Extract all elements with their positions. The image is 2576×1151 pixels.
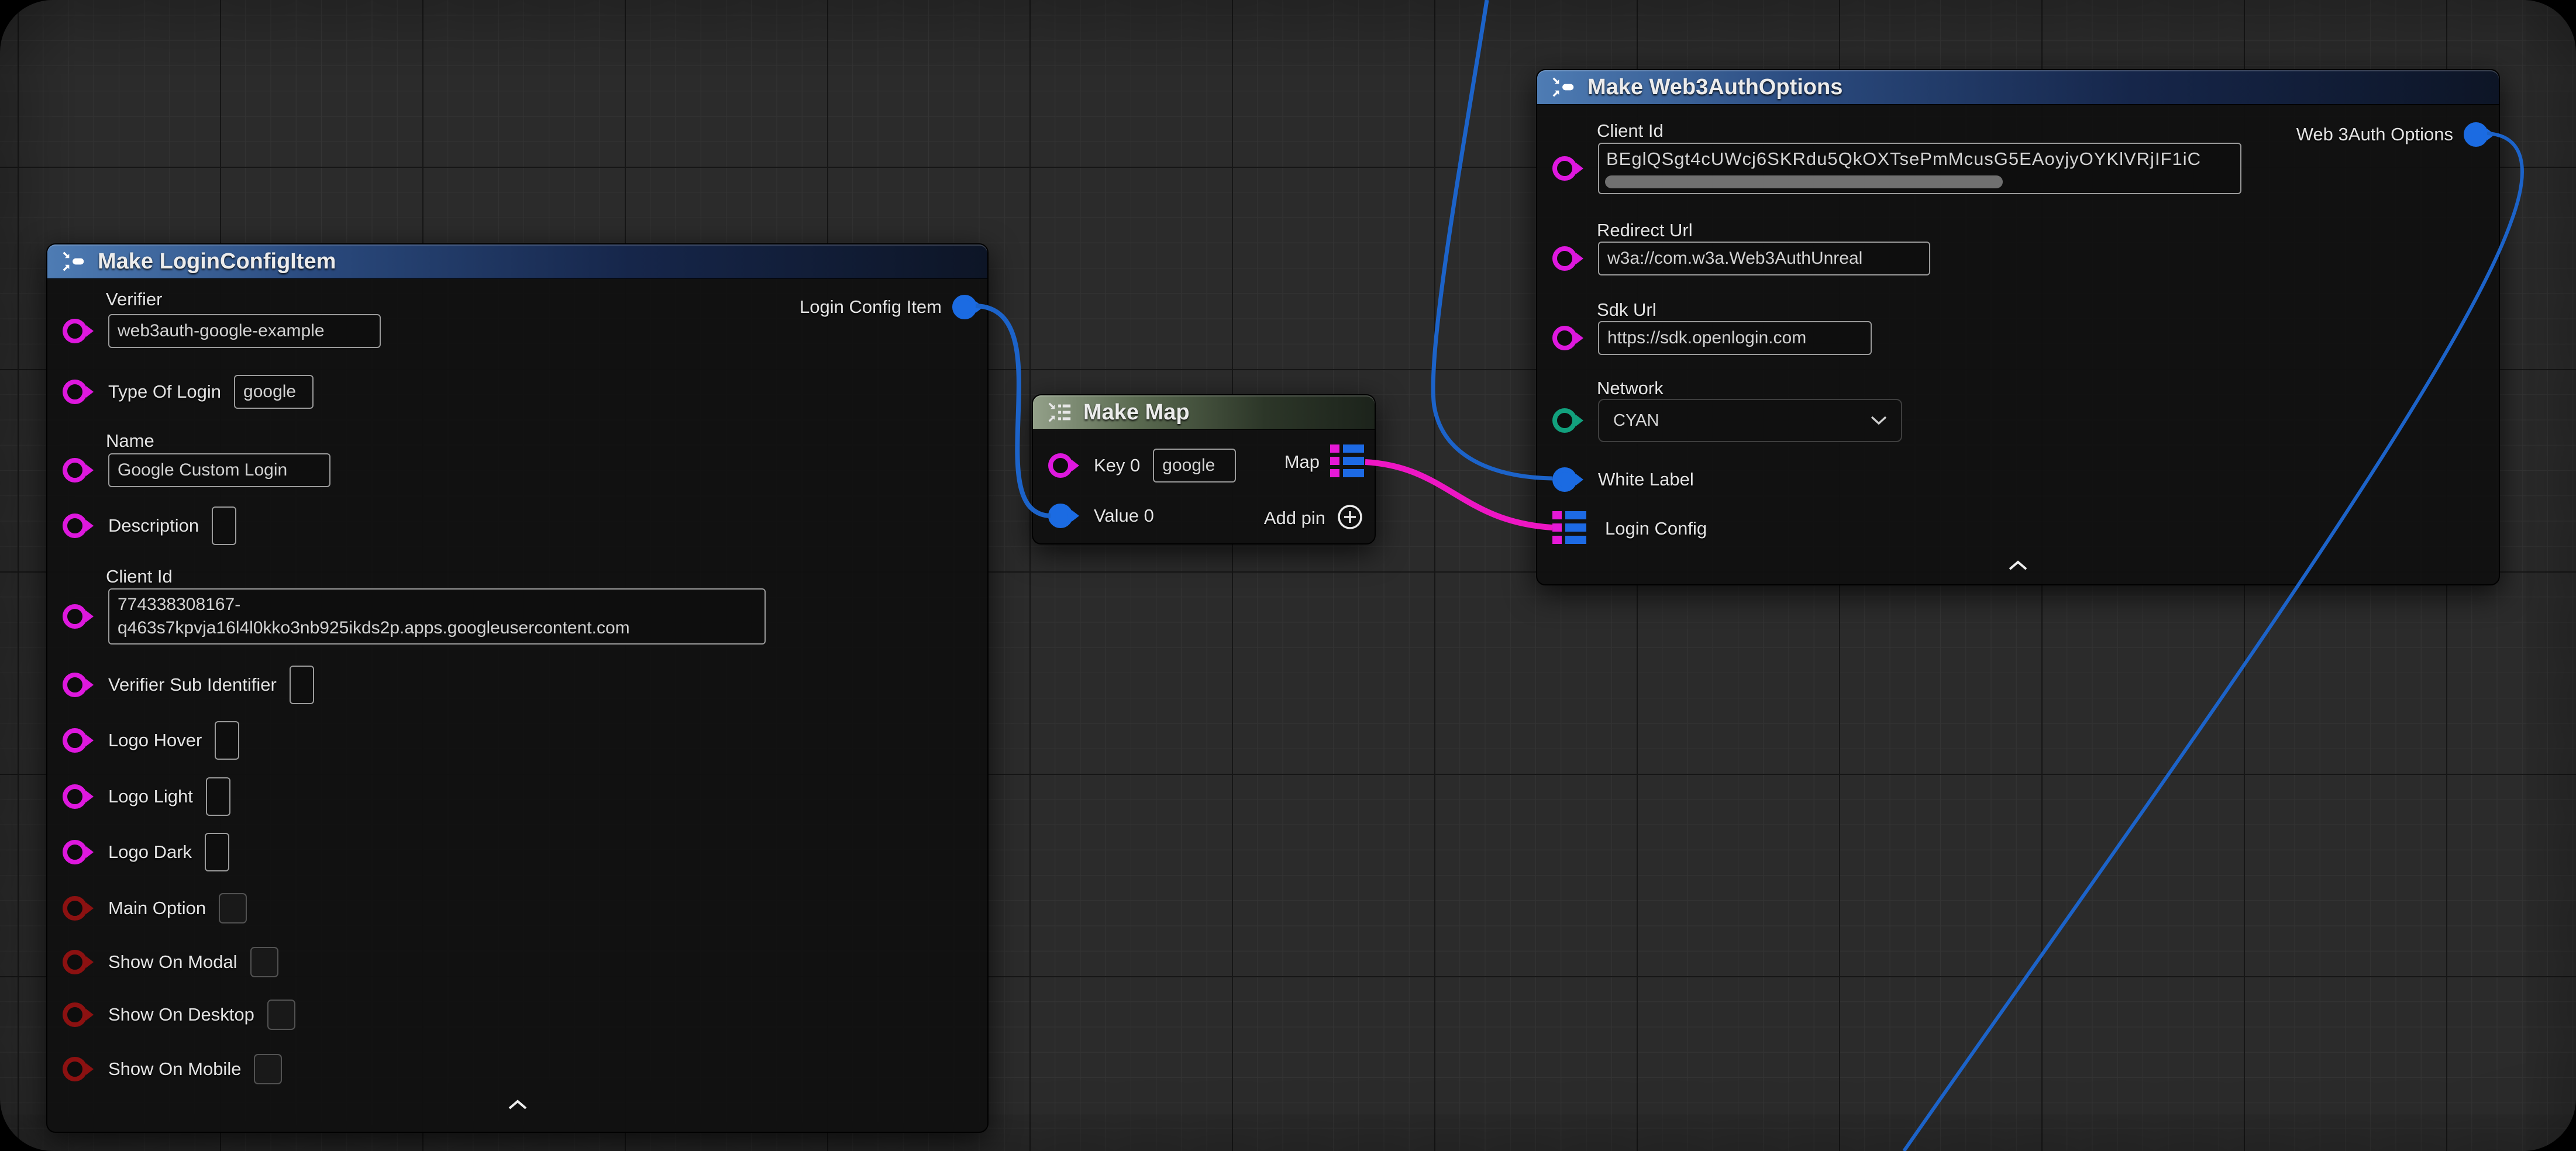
wire-top-to-whitelabel[interactable] [1433, 0, 1552, 478]
wire-map-to-loginconfig[interactable] [1365, 462, 1552, 528]
wire-layer [0, 0, 2576, 1151]
wire-web3authoptions-output[interactable] [1904, 133, 2522, 1151]
blueprint-graph-canvas[interactable]: Make LoginConfigItem Login Config Item V… [0, 0, 2576, 1151]
wire-loginconfigitem-to-value0[interactable] [976, 306, 1051, 516]
